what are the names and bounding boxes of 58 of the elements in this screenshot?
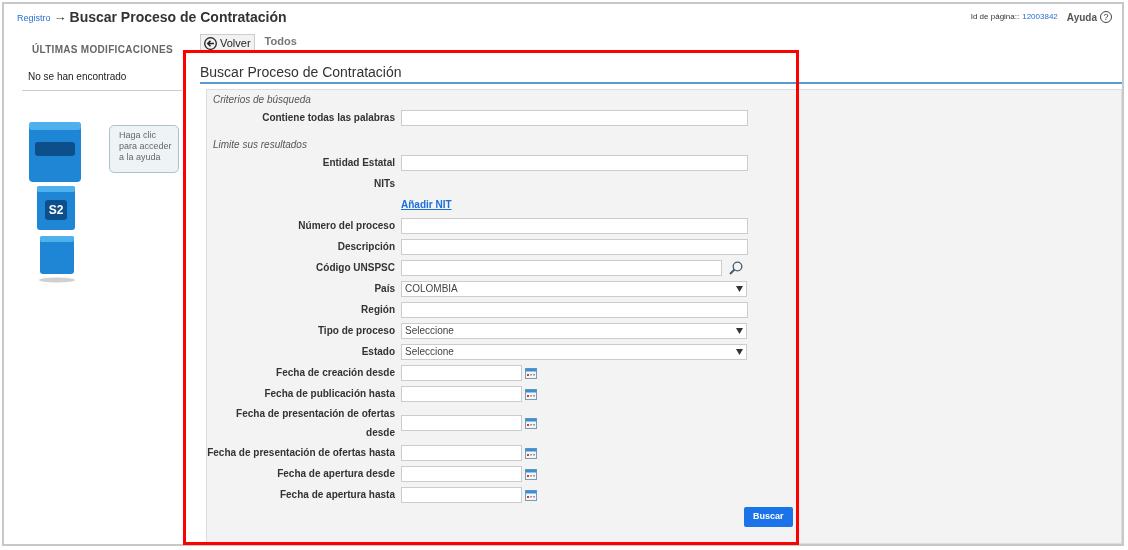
page-id-label: Id de página:: (970, 11, 1020, 23)
field-label: Región (360, 303, 396, 316)
date-field[interactable] (401, 486, 522, 503)
caret-icon (736, 348, 743, 355)
field-label: Contiene todas las palabras (261, 111, 396, 124)
section-heading: Limite sus resultados (212, 138, 308, 152)
field-label: Número del proceso (297, 219, 396, 232)
help-link[interactable]: Ayuda (1066, 9, 1097, 25)
page-id-value: 12003842 (1022, 11, 1058, 23)
input-field[interactable] (401, 301, 748, 318)
add-nit-link[interactable]: Añadir NIT (401, 197, 452, 212)
sidebar-heading: ÚLTIMAS MODIFICACIONES (31, 42, 174, 57)
field-label: Código UNSPSC (315, 261, 396, 274)
section-heading: Criterios de búsqueda (212, 93, 312, 107)
page-title: Buscar Proceso de Contratación (69, 7, 287, 27)
date-field[interactable] (401, 444, 522, 461)
tab[interactable]: Todos (263, 32, 298, 53)
breadcrumb-separator: → (53, 8, 67, 27)
field-label: Tipo de proceso (316, 324, 396, 337)
calendar-icon (525, 366, 537, 379)
back-arrow-icon (204, 37, 217, 50)
date-field[interactable] (401, 465, 522, 482)
input-field[interactable] (401, 109, 748, 126)
field-label: Estado (360, 345, 396, 358)
breadcrumb-link[interactable]: Registro (17, 11, 51, 26)
date-field[interactable] (401, 385, 522, 402)
empty-message: No se han encontrado (27, 70, 128, 84)
input-field[interactable] (401, 217, 748, 234)
mascot-badge-text: S2 (47, 202, 65, 219)
caret-icon (736, 327, 743, 334)
field-label: NITs (373, 177, 396, 190)
dropdown[interactable]: Seleccione (401, 322, 747, 339)
dropdown[interactable]: COLOMBIA (401, 280, 747, 297)
field-label: País (373, 282, 396, 295)
search-icon (729, 260, 743, 275)
field-label: Entidad Estatal (321, 156, 396, 169)
help-bubble[interactable]: Haga clic para acceder a la ayuda (109, 125, 179, 173)
dropdown[interactable]: Seleccione (401, 343, 747, 360)
field-label: Fecha de presentación de ofertas desde (235, 407, 396, 440)
field-label: Fecha de publicación hasta (263, 387, 396, 400)
panel-title: Buscar Proceso de Contratación (200, 63, 403, 81)
calendar-icon (525, 387, 537, 400)
search-button[interactable]: Buscar (744, 507, 793, 527)
input-field[interactable] (401, 154, 748, 171)
caret-icon (736, 285, 743, 292)
field-label: Fecha de creación desde (275, 366, 396, 379)
calendar-icon (525, 488, 537, 501)
date-field[interactable] (401, 415, 522, 431)
field-label: Fecha de apertura desde (276, 467, 396, 480)
field-label: Fecha de presentación de ofertas hasta (207, 446, 396, 460)
calendar-icon (525, 446, 537, 459)
input-field[interactable] (401, 259, 722, 276)
calendar-icon (525, 467, 537, 480)
input-field[interactable] (401, 238, 748, 255)
date-field[interactable] (401, 364, 522, 381)
field-label: Fecha de apertura hasta (278, 488, 396, 501)
calendar-icon (525, 417, 537, 429)
field-label: Descripción (336, 240, 396, 253)
